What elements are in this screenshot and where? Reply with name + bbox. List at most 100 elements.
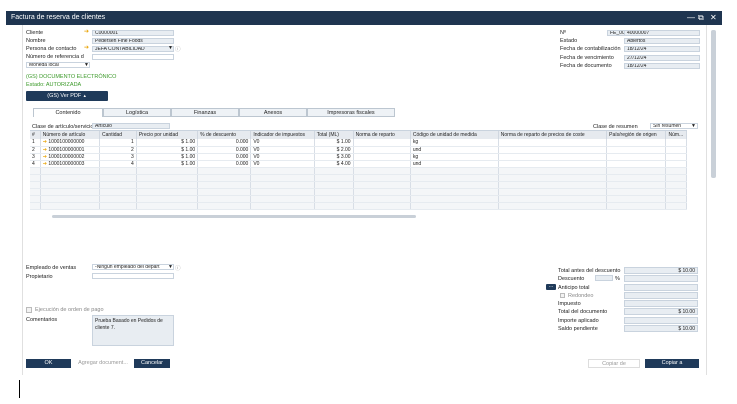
table-row[interactable]: 1 ➔ 1000100000000 1 $ 1.00 0.000 V0 $ 1.00 kg xyxy=(30,139,687,147)
column-header[interactable]: Norma de reparto de precios de coste xyxy=(498,131,608,139)
table-cell[interactable] xyxy=(353,181,411,189)
table-cell[interactable]: 1 xyxy=(30,139,41,147)
column-header[interactable]: Total (ML) xyxy=(314,131,354,139)
tab-impresoras[interactable]: Impresoras fiscales xyxy=(307,108,395,117)
table-cell[interactable] xyxy=(410,167,499,175)
table-cell[interactable] xyxy=(498,146,608,154)
table-cell[interactable] xyxy=(136,167,199,175)
table-cell[interactable]: 0.000 xyxy=(197,153,252,161)
table-cell[interactable] xyxy=(314,167,354,175)
table-cell[interactable]: $ 1.00 xyxy=(136,153,199,161)
table-cell[interactable]: und xyxy=(410,146,499,154)
importe-aplicado-field[interactable] xyxy=(624,317,698,324)
table-cell[interactable] xyxy=(197,188,252,196)
table-cell[interactable] xyxy=(353,146,411,154)
table-cell[interactable]: ➔ 1000100000000 xyxy=(40,139,101,147)
info-icon[interactable]: ⓘ xyxy=(175,264,181,272)
table-cell[interactable] xyxy=(314,174,354,182)
table-cell[interactable] xyxy=(314,202,354,210)
table-cell[interactable] xyxy=(498,167,608,175)
fecha-contab-field[interactable]: 18/12/24 xyxy=(624,46,700,52)
table-cell[interactable]: V0 xyxy=(250,160,315,168)
tab-anexos[interactable]: Anexos xyxy=(239,108,307,117)
table-cell[interactable] xyxy=(665,188,687,196)
table-cell[interactable] xyxy=(40,181,101,189)
table-cell[interactable] xyxy=(353,202,411,210)
tab-contenido[interactable]: Contenido xyxy=(33,108,103,117)
table-cell[interactable] xyxy=(197,167,252,175)
table-cell[interactable] xyxy=(250,174,315,182)
table-cell[interactable]: $ 3.00 xyxy=(314,153,354,161)
column-header[interactable]: País/región de origen xyxy=(606,131,667,139)
column-header[interactable]: # xyxy=(30,131,41,139)
column-header[interactable]: Precio por unidad xyxy=(136,131,199,139)
clase-articulo-field[interactable]: Artículo xyxy=(92,123,170,129)
estado-field[interactable]: Abiertos xyxy=(624,38,700,44)
table-cell[interactable] xyxy=(99,202,137,210)
table-cell[interactable]: $ 1.00 xyxy=(136,160,199,168)
empty-row[interactable] xyxy=(30,167,687,175)
table-cell[interactable] xyxy=(99,174,137,182)
table-cell[interactable] xyxy=(498,139,608,147)
table-cell[interactable]: 4 xyxy=(99,160,137,168)
table-cell[interactable] xyxy=(99,195,137,203)
table-cell[interactable]: $ 1.00 xyxy=(136,139,199,147)
minimize-icon[interactable]: — xyxy=(687,13,695,22)
column-header[interactable]: Código de unidad de medida xyxy=(410,131,499,139)
table-cell[interactable] xyxy=(353,139,411,147)
cancelar-button[interactable]: Cancelar xyxy=(134,359,170,368)
table-cell[interactable] xyxy=(250,188,315,196)
table-cell[interactable]: 0.000 xyxy=(197,139,252,147)
horizontal-scrollbar[interactable] xyxy=(52,215,416,218)
table-cell[interactable] xyxy=(40,174,101,182)
table-cell[interactable] xyxy=(250,181,315,189)
table-cell[interactable] xyxy=(665,167,687,175)
table-cell[interactable] xyxy=(30,188,41,196)
table-cell[interactable] xyxy=(665,181,687,189)
close-icon[interactable]: ✕ xyxy=(710,13,717,22)
table-cell[interactable] xyxy=(606,139,667,147)
referencia-field[interactable] xyxy=(92,54,174,60)
table-cell[interactable]: ➔ 1000100000002 xyxy=(40,153,101,161)
total-antes-field[interactable]: $ 10.00 xyxy=(624,267,698,274)
ok-button[interactable]: OK xyxy=(26,359,71,368)
table-cell[interactable]: V0 xyxy=(250,153,315,161)
table-cell[interactable]: 1 xyxy=(99,139,137,147)
table-cell[interactable] xyxy=(498,188,608,196)
table-cell[interactable]: $ 1.00 xyxy=(314,139,354,147)
table-cell[interactable] xyxy=(665,202,687,210)
table-row[interactable]: 2 ➔ 1000100000001 2 $ 1.00 0.000 V0 $ 2.00 und xyxy=(30,146,687,154)
table-cell[interactable]: kg xyxy=(410,139,499,147)
table-cell[interactable] xyxy=(410,202,499,210)
table-cell[interactable] xyxy=(136,202,199,210)
table-cell[interactable] xyxy=(136,195,199,203)
table-cell[interactable] xyxy=(250,202,315,210)
table-cell[interactable] xyxy=(30,167,41,175)
table-row[interactable]: 4 ➔ 1000100000003 4 $ 1.00 0.000 V0 $ 4.00 und xyxy=(30,160,687,168)
fecha-doc-field[interactable]: 18/12/24 xyxy=(624,63,700,69)
column-header[interactable]: Indicador de impuestos xyxy=(250,131,315,139)
empleado-select[interactable]: -Ningún empleado del depart xyxy=(92,264,174,270)
table-cell[interactable] xyxy=(136,174,199,182)
table-cell[interactable] xyxy=(498,195,608,203)
table-cell[interactable]: 0.000 xyxy=(197,146,252,154)
table-cell[interactable] xyxy=(353,153,411,161)
table-cell[interactable] xyxy=(606,160,667,168)
table-cell[interactable] xyxy=(353,195,411,203)
contacto-field[interactable]: JEFA CONTABILIDAD xyxy=(92,46,174,52)
table-cell[interactable] xyxy=(498,153,608,161)
table-cell[interactable]: 4 xyxy=(30,160,41,168)
table-cell[interactable] xyxy=(30,195,41,203)
table-cell[interactable] xyxy=(197,202,252,210)
table-cell[interactable] xyxy=(314,188,354,196)
table-cell[interactable] xyxy=(498,174,608,182)
empty-row[interactable] xyxy=(30,181,687,189)
link-arrow-icon[interactable]: ➔ xyxy=(84,45,90,51)
link-arrow-icon[interactable]: ➔ xyxy=(84,29,90,35)
table-cell[interactable] xyxy=(40,195,101,203)
table-cell[interactable]: ➔ 1000100000003 xyxy=(40,160,101,168)
table-cell[interactable] xyxy=(136,188,199,196)
table-cell[interactable] xyxy=(410,174,499,182)
table-cell[interactable] xyxy=(606,188,667,196)
table-cell[interactable]: 3 xyxy=(30,153,41,161)
